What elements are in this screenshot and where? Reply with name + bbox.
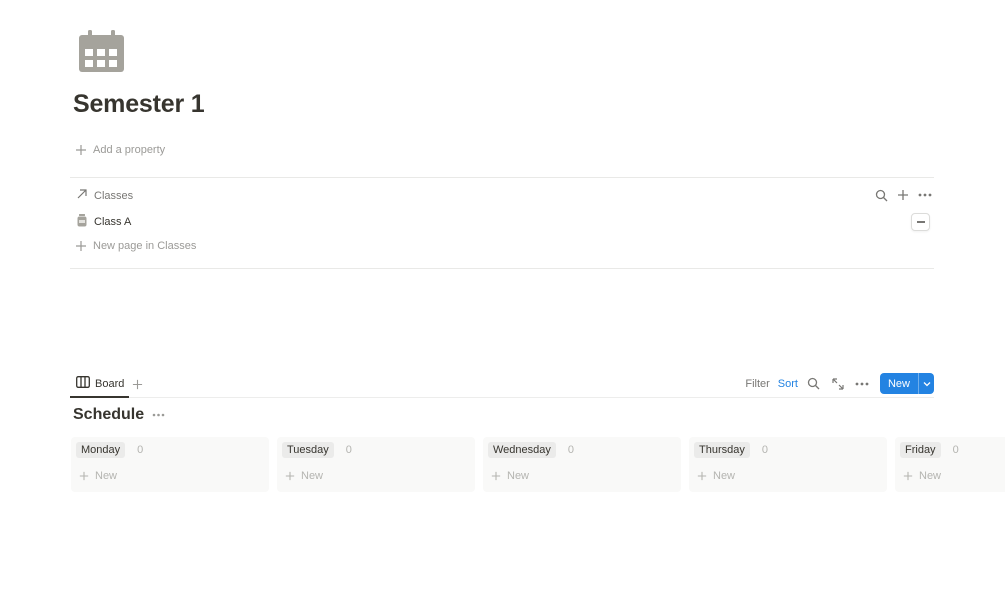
relation-item-label: Class A [94, 216, 132, 228]
page-title[interactable]: Semester 1 [73, 90, 205, 119]
plus-icon [74, 144, 87, 157]
column-count: 0 [952, 444, 959, 456]
chevron-down-icon[interactable] [918, 373, 934, 394]
expand-icon[interactable] [830, 376, 846, 392]
board-column: Thursday 0 New [689, 437, 887, 492]
column-count: 0 [345, 444, 352, 456]
search-icon[interactable] [806, 376, 822, 392]
board-column: Monday 0 New [71, 437, 269, 492]
more-icon[interactable] [917, 187, 933, 203]
new-button[interactable]: New [879, 373, 934, 394]
board-icon [76, 376, 90, 391]
column-header[interactable]: Wednesday 0 [488, 442, 574, 458]
column-count: 0 [761, 444, 768, 456]
new-card-label: New [713, 470, 736, 482]
tab-board-label: Board [95, 377, 125, 390]
new-page-in-classes-button[interactable]: New page in Classes [74, 239, 196, 252]
new-card-label: New [919, 470, 942, 482]
relation-item[interactable]: Class A [77, 214, 131, 230]
plus-icon[interactable] [895, 187, 911, 203]
calendar-icon[interactable] [79, 29, 124, 72]
view-tabs-divider [70, 397, 934, 398]
add-property-label: Add a property [93, 144, 166, 156]
column-count: 0 [567, 444, 575, 456]
relation-label: Classes [94, 189, 134, 202]
column-name: Tuesday [282, 442, 334, 458]
remove-relation-button[interactable] [911, 213, 930, 231]
sort-button[interactable]: Sort [778, 378, 798, 390]
database-toolbar: Filter Sort New [745, 373, 934, 394]
database-title[interactable]: Schedule [73, 406, 144, 424]
column-header[interactable]: Tuesday 0 [282, 442, 352, 458]
plus-icon [697, 471, 707, 481]
new-card-label: New [301, 470, 324, 482]
column-name: Thursday [694, 442, 750, 458]
relation-tools [873, 187, 933, 203]
new-card-button[interactable]: New [285, 470, 323, 482]
column-header[interactable]: Thursday 0 [694, 442, 768, 458]
new-card-button[interactable]: New [491, 470, 529, 482]
plus-icon [79, 471, 89, 481]
column-name: Friday [900, 442, 941, 458]
column-header[interactable]: Monday 0 [76, 442, 143, 458]
new-card-label: New [95, 470, 118, 482]
active-tab-indicator [70, 396, 129, 398]
arrow-up-right-icon [76, 188, 88, 203]
new-page-label: New page in Classes [93, 239, 197, 252]
column-count: 0 [137, 444, 144, 456]
tab-board[interactable]: Board [76, 376, 124, 391]
board-column: Wednesday 0 New [483, 437, 681, 492]
new-card-button[interactable]: New [903, 470, 941, 482]
column-name: Wednesday [488, 442, 556, 458]
divider [70, 268, 934, 269]
new-card-label: New [507, 470, 530, 482]
minus-icon [916, 221, 925, 223]
column-header[interactable]: Friday 0 [900, 442, 959, 458]
filter-button[interactable]: Filter [745, 378, 769, 390]
new-button-label[interactable]: New [880, 373, 918, 394]
search-icon[interactable] [873, 187, 889, 203]
plus-icon [74, 239, 87, 252]
more-icon[interactable] [854, 376, 870, 392]
add-property-button[interactable]: Add a property [74, 142, 165, 158]
divider [70, 177, 934, 178]
board-column: Friday 0 New [895, 437, 1005, 492]
new-card-button[interactable]: New [697, 470, 735, 482]
relation-header[interactable]: Classes [76, 188, 133, 203]
jar-icon [77, 214, 87, 230]
board-column: Tuesday 0 New [277, 437, 475, 492]
plus-icon [285, 471, 295, 481]
more-icon[interactable] [152, 413, 165, 417]
plus-icon [903, 471, 913, 481]
add-view-button[interactable] [132, 377, 143, 395]
database-title-row: Schedule [73, 406, 165, 424]
new-card-button[interactable]: New [79, 470, 117, 482]
plus-icon [132, 379, 143, 390]
plus-icon [491, 471, 501, 481]
column-name: Monday [76, 442, 126, 458]
